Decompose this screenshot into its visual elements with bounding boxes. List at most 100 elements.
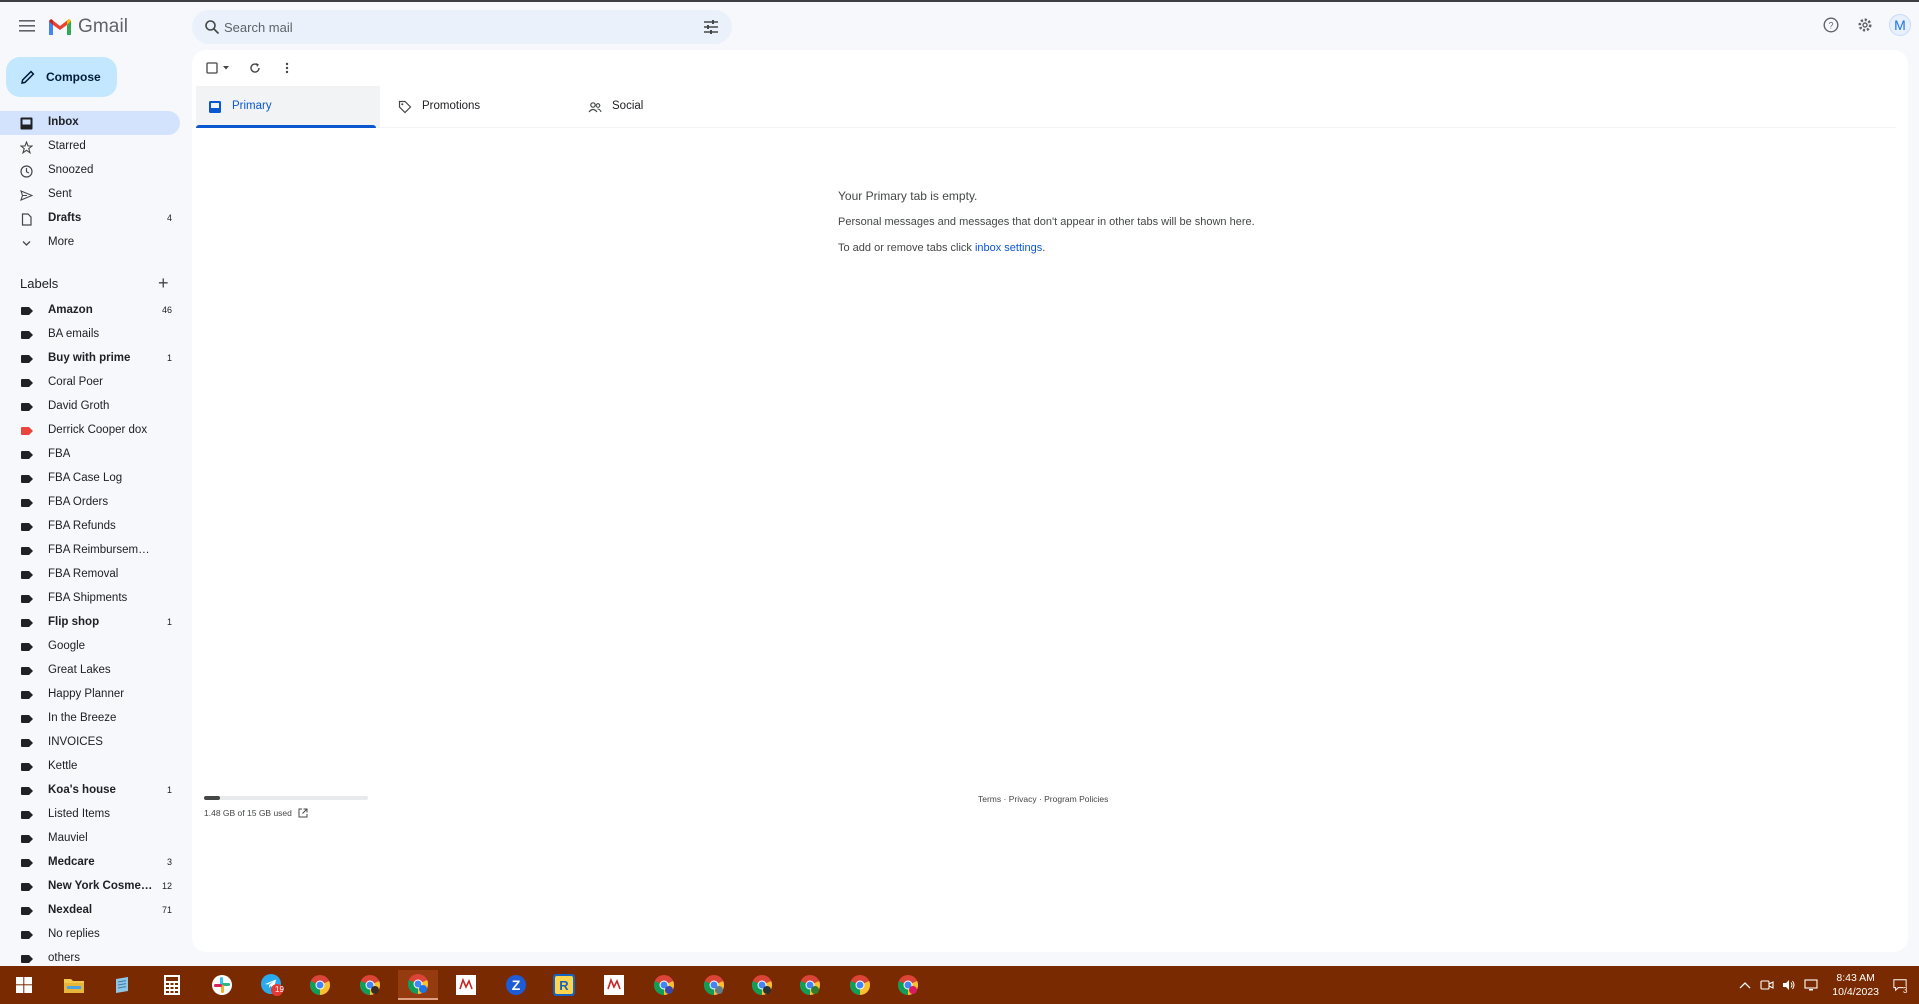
select-all-checkbox[interactable]: [204, 59, 232, 77]
notifications-button[interactable]: 3: [1893, 978, 1908, 995]
label-item[interactable]: No replies: [0, 923, 180, 947]
label-item[interactable]: Nexdeal 71: [0, 899, 180, 923]
sidebar-item-starred[interactable]: Starred: [0, 135, 180, 159]
search-input[interactable]: [224, 16, 664, 38]
more-options-button[interactable]: [278, 59, 296, 77]
search-bar[interactable]: [192, 10, 732, 44]
label-item[interactable]: Amazon 46: [0, 299, 180, 323]
label-item[interactable]: FBA Case Log: [0, 467, 180, 491]
gmail-m-icon: [49, 19, 71, 35]
label-item[interactable]: Google: [0, 635, 180, 659]
label-item[interactable]: New York Cosmet… 12: [0, 875, 180, 899]
label-item[interactable]: Derrick Cooper dox: [0, 419, 180, 443]
account-avatar[interactable]: M: [1889, 14, 1911, 36]
taskbar-chrome-6[interactable]: [742, 970, 782, 1000]
label-item[interactable]: FBA Reimbursement: [0, 539, 180, 563]
inbox-settings-link[interactable]: inbox settings: [975, 242, 1042, 254]
label-item[interactable]: FBA: [0, 443, 180, 467]
taskbar-chrome-1[interactable]: [300, 970, 340, 1000]
label-item[interactable]: Great Lakes: [0, 659, 180, 683]
label-name: Buy with prime: [48, 352, 131, 364]
taskbar-chrome-4[interactable]: [644, 970, 684, 1000]
program-policies-link[interactable]: Program Policies: [1044, 794, 1108, 804]
label-item[interactable]: David Groth: [0, 395, 180, 419]
tab-promotions[interactable]: Promotions: [386, 86, 570, 128]
compose-button[interactable]: Compose: [6, 57, 117, 97]
label-tag-icon: [21, 571, 33, 579]
label-item[interactable]: Happy Planner: [0, 683, 180, 707]
label-name: FBA Shipments: [48, 592, 128, 604]
settings-suffix: .: [1042, 242, 1046, 254]
sidebar-item-snoozed[interactable]: Snoozed: [0, 159, 180, 183]
taskbar-clock[interactable]: 8:43 AM 10/4/2023: [1832, 971, 1879, 999]
label-item[interactable]: Koa's house 1: [0, 779, 180, 803]
taskbar-app-zoom[interactable]: Z: [496, 970, 536, 1000]
terms-link[interactable]: Terms: [978, 794, 1001, 804]
label-item[interactable]: BA emails: [0, 323, 180, 347]
more-vert-icon: [285, 62, 289, 74]
label-item[interactable]: Buy with prime 1: [0, 347, 180, 371]
taskbar-chrome-7[interactable]: [790, 970, 830, 1000]
create-label-button[interactable]: +: [158, 273, 169, 294]
label-item[interactable]: Coral Poer: [0, 371, 180, 395]
sidebar-item-label: More: [48, 236, 75, 248]
label-item[interactable]: Mauviel: [0, 827, 180, 851]
search-icon[interactable]: [204, 19, 220, 35]
volume-button[interactable]: [1782, 978, 1796, 992]
empty-state-body: Personal messages and messages that don'…: [838, 216, 1255, 228]
label-item[interactable]: Medcare 3: [0, 851, 180, 875]
network-button[interactable]: [1804, 978, 1818, 992]
sidebar-item-label: Sent: [48, 188, 72, 200]
sidebar-item-drafts[interactable]: Drafts 4: [0, 207, 180, 231]
label-item[interactable]: FBA Refunds: [0, 515, 180, 539]
taskbar-chrome-3[interactable]: [398, 970, 438, 1000]
taskbar-app-doc-2[interactable]: [594, 970, 634, 1000]
main-menu-button[interactable]: [14, 14, 40, 38]
taskbar-app-word-icon[interactable]: [446, 970, 486, 1000]
taskbar-app-telegram[interactable]: 19: [252, 970, 292, 1000]
label-name: FBA Orders: [48, 496, 109, 508]
refresh-icon: [250, 63, 260, 73]
sidebar-item-inbox[interactable]: Inbox: [0, 111, 180, 135]
message-toolbar: [204, 58, 296, 78]
taskbar-chrome-5[interactable]: [694, 970, 734, 1000]
label-item[interactable]: Kettle: [0, 755, 180, 779]
open-in-new-icon[interactable]: [298, 808, 308, 818]
taskbar-app-r[interactable]: R: [544, 970, 584, 1000]
gmail-logo[interactable]: Gmail: [48, 13, 128, 41]
show-hidden-icons-button[interactable]: [1738, 978, 1752, 992]
sidebar-item-sent[interactable]: Sent: [0, 183, 180, 207]
privacy-link[interactable]: Privacy: [1009, 794, 1037, 804]
support-button[interactable]: ?: [1821, 15, 1841, 35]
label-item[interactable]: FBA Shipments: [0, 587, 180, 611]
app-name: Gmail: [78, 16, 129, 37]
label-item[interactable]: FBA Removal: [0, 563, 180, 587]
label-count: 46: [161, 305, 172, 315]
search-options-icon[interactable]: [702, 18, 720, 36]
sidebar-item-more[interactable]: More: [0, 231, 180, 255]
taskbar-chrome-2[interactable]: [350, 970, 390, 1000]
tab-primary[interactable]: Primary: [196, 86, 380, 128]
label-item[interactable]: INVOICES: [0, 731, 180, 755]
label-item[interactable]: Flip shop 1: [0, 611, 180, 635]
taskbar-file-explorer[interactable]: [54, 970, 94, 1000]
tab-social[interactable]: Social: [576, 86, 760, 128]
taskbar-app-calculator[interactable]: [152, 970, 192, 1000]
refresh-button[interactable]: [246, 59, 264, 77]
settings-button[interactable]: [1855, 15, 1875, 35]
inbox-tab-icon: [209, 101, 221, 113]
taskbar-chrome-9[interactable]: [888, 970, 928, 1000]
label-name: FBA: [48, 448, 71, 460]
empty-state: Your Primary tab is empty. Personal mess…: [838, 188, 1258, 266]
label-tag-icon: [21, 451, 33, 459]
meet-now-button[interactable]: [1760, 978, 1774, 992]
label-item[interactable]: FBA Orders: [0, 491, 180, 515]
svg-text:R: R: [559, 978, 569, 993]
taskbar-app-notepad[interactable]: [102, 970, 142, 1000]
label-item[interactable]: Listed Items: [0, 803, 180, 827]
taskbar-app-slack[interactable]: [202, 970, 242, 1000]
taskbar-chrome-8[interactable]: [840, 970, 880, 1000]
label-tag-icon: [21, 595, 33, 603]
start-button[interactable]: [4, 970, 44, 1000]
label-item[interactable]: In the Breeze: [0, 707, 180, 731]
